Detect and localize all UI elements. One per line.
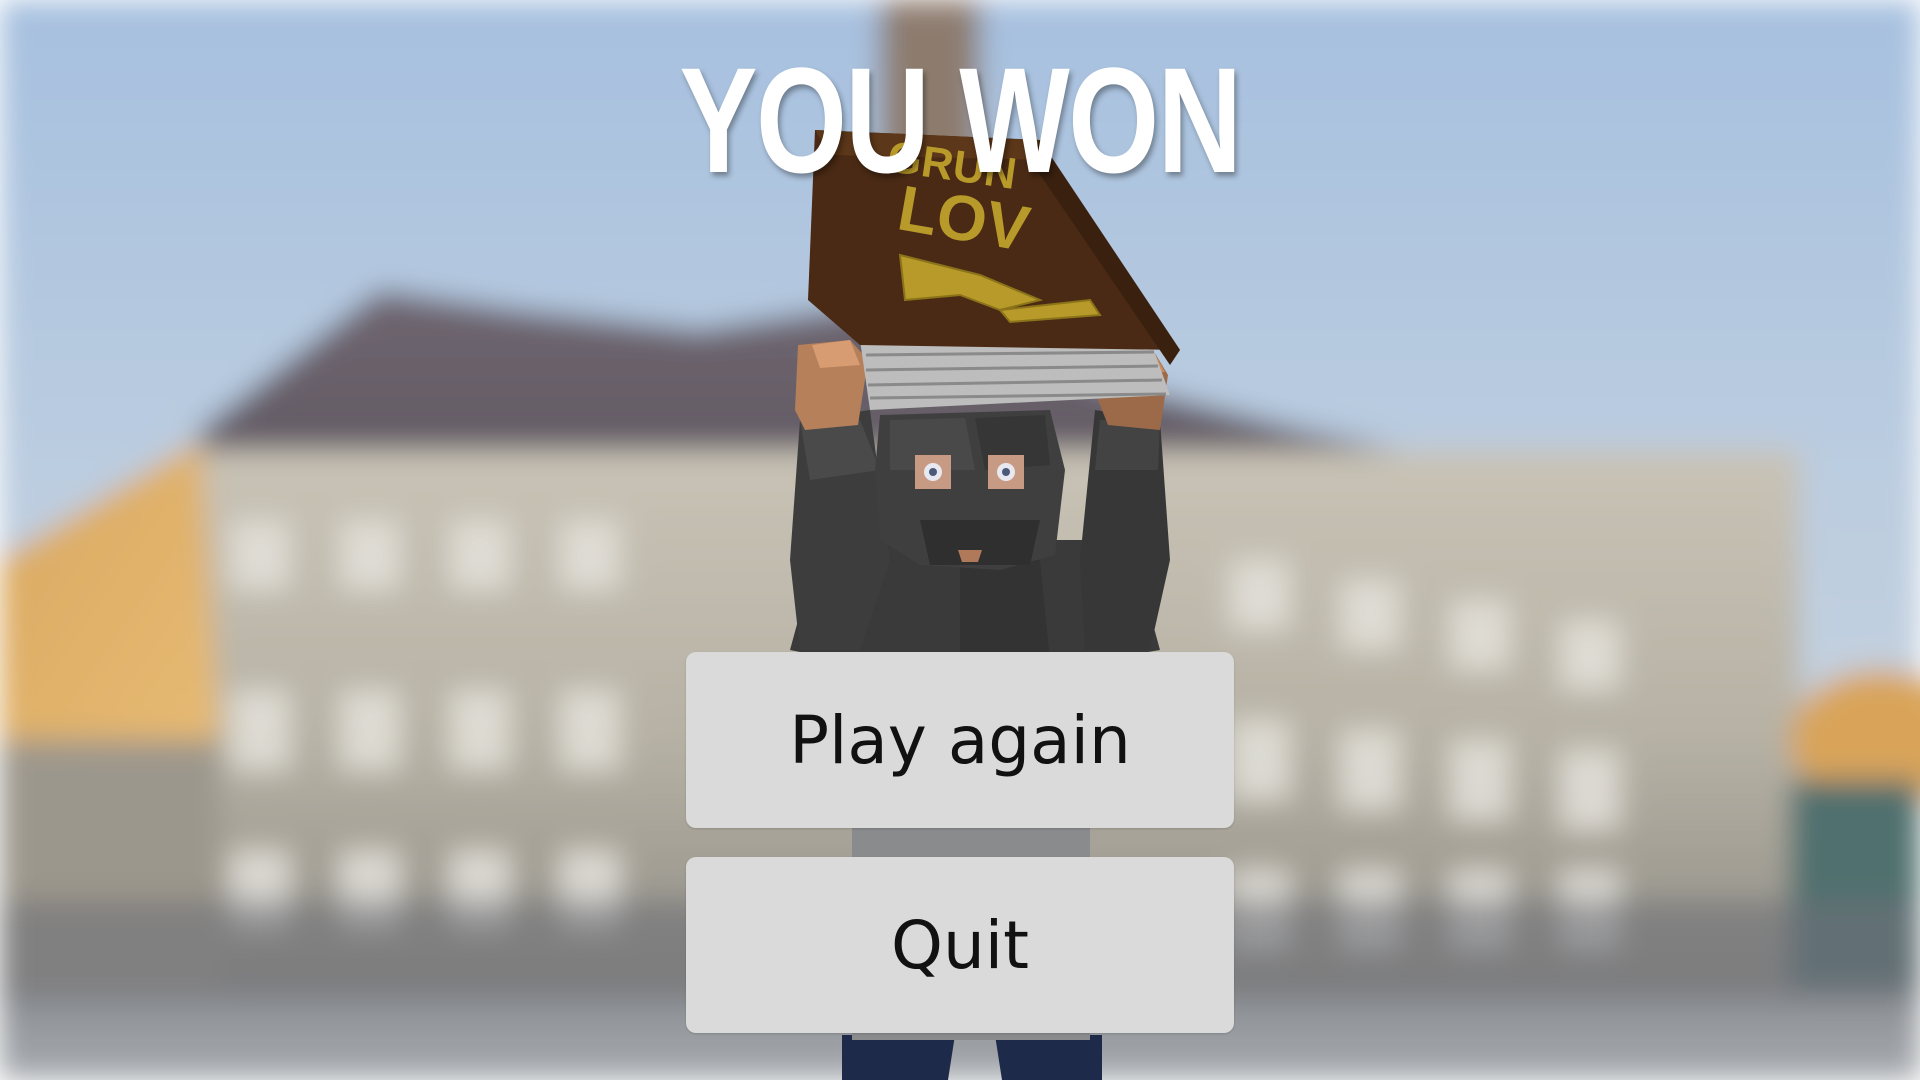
game-scene: GRUN LOV YOU WON Play again Quit [0,0,1920,1080]
quit-button[interactable]: Quit [686,857,1234,1033]
play-again-button[interactable]: Play again [686,652,1234,828]
victory-title: YOU WON [679,36,1242,204]
